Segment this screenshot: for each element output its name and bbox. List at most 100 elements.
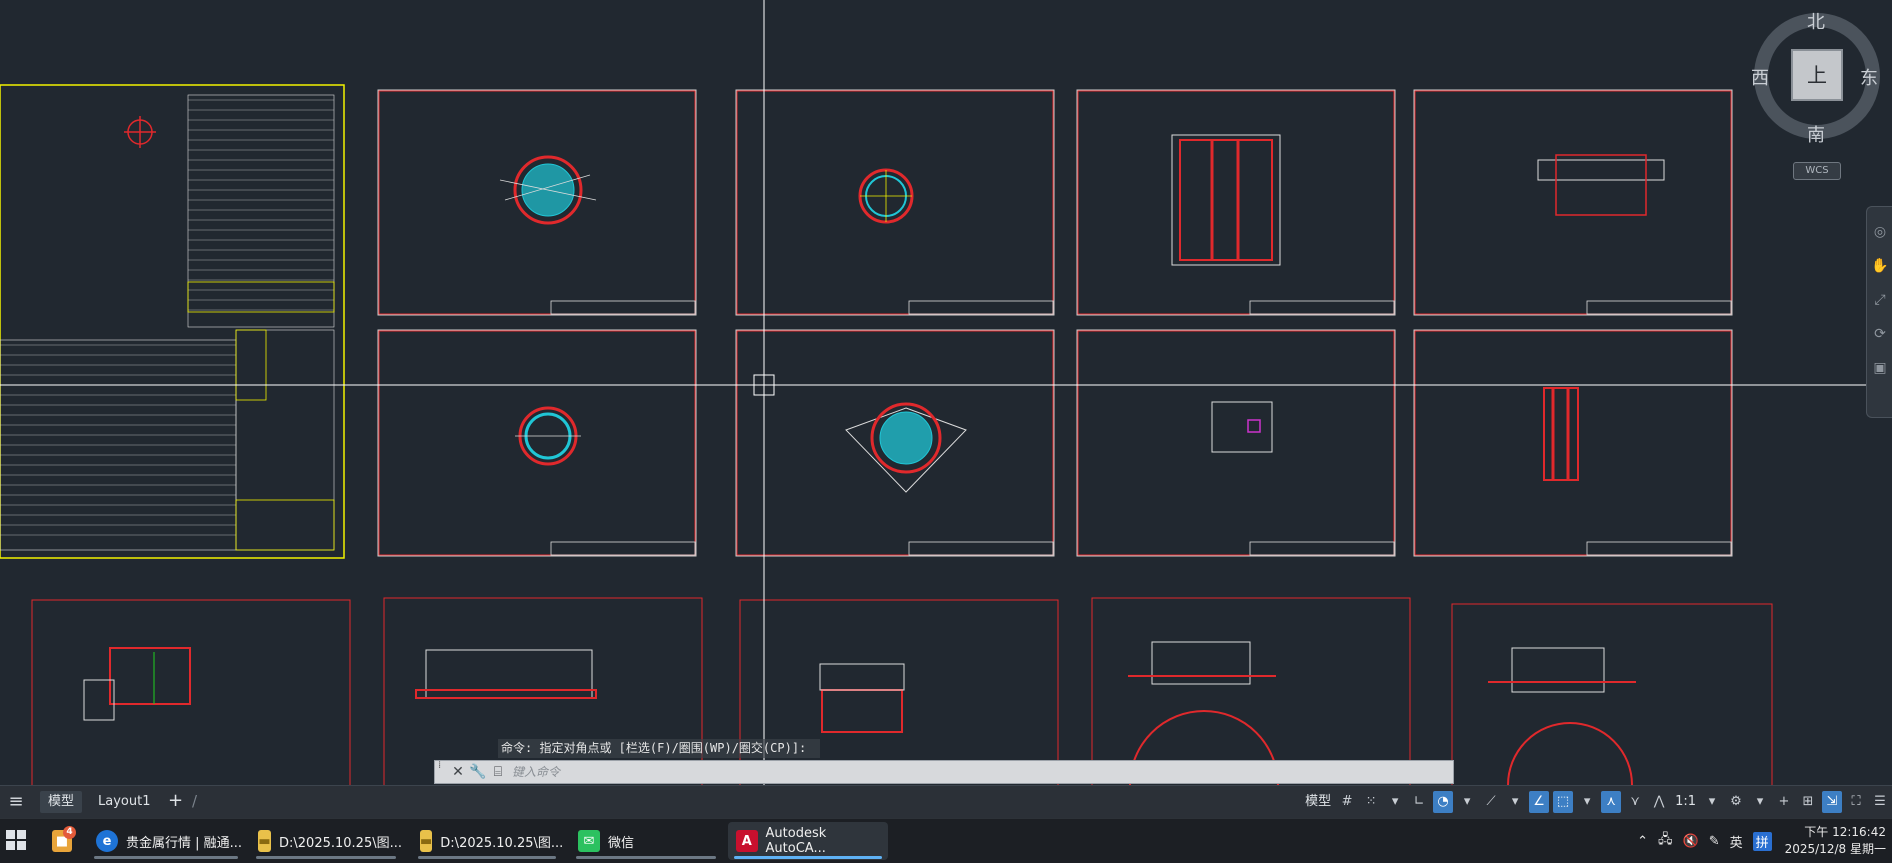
viewcube-top-face[interactable]: 上 [1791,49,1843,101]
valve-section-detail [1171,134,1281,266]
zoom-extents-icon[interactable]: ⤢ [1871,291,1889,309]
compass-west[interactable]: 西 [1751,64,1769,90]
bottom-detail-1 [83,647,191,721]
command-input[interactable] [508,762,1453,782]
tab-layout1[interactable]: Layout1 [90,791,158,813]
crosshair-cursor [0,0,1866,785]
ortho-icon[interactable]: ∟ [1409,791,1429,813]
network-icon[interactable]: 🖧 [1658,830,1673,852]
customize-menu-icon[interactable]: ☰ [1870,791,1890,813]
auto-scale-icon[interactable]: ⋎ [1625,791,1645,813]
annotation-scale-icon[interactable]: ⋀ [1649,791,1669,813]
notification-badge: 4 [63,826,76,839]
title-block [908,300,1054,315]
workspace-dropdown-icon[interactable]: ▾ [1750,791,1770,813]
sheet-border [1414,90,1732,315]
sheet-frame [735,89,1055,316]
object-snap-icon[interactable]: ⬚ [1553,791,1574,813]
model-space-toggle[interactable]: 模型 [1303,791,1333,813]
compass-north[interactable]: 北 [1807,8,1825,34]
title-block [1249,541,1395,556]
add-layout-icon[interactable]: + [168,790,183,812]
chevron-up-icon[interactable]: ⌃ [1637,834,1648,849]
running-indicator [94,856,238,859]
polar-dropdown-icon[interactable]: ▾ [1457,791,1477,813]
title-block [550,541,696,556]
sheet-border [378,330,696,556]
taskbar-app-wechat[interactable]: ✉ 微信 [570,822,722,860]
hamburger-menu-icon[interactable]: ≡ [6,792,26,812]
sheet-border [1451,603,1773,785]
bottom-detail-2 [415,649,597,699]
windows-taskbar: ■ 4 e 贵金属行情 | 融通... ▬ D:\2025.10.25\图... … [0,818,1892,863]
sheet-frame [1413,329,1733,557]
title-block [1249,300,1395,315]
sheet-border [1077,330,1395,556]
wechat-icon: ✉ [578,830,600,852]
isolate-objects-icon[interactable]: ⛶ [1846,791,1866,813]
taskbar-app-browser[interactable]: e 贵金属行情 | 融通... [88,822,244,860]
flange-detail-3 [515,406,581,466]
ime-mode[interactable]: 英 [1730,832,1743,851]
snap-icon[interactable]: ⁙ [1361,791,1381,813]
isodraft-dropdown-icon[interactable]: ▾ [1505,791,1525,813]
taskbar-app-autocad[interactable]: A Autodesk AutoCA... [728,822,888,860]
sheet-border [1091,597,1411,785]
showmotion-icon[interactable]: ▣ [1871,359,1889,377]
status-tools: 模型 # ⁙ ▾ ∟ ◔ ▾ ⟋ ▾ ∠ ⬚ ▾ ⋏ ⋎ ⋀ 1:1 ▾ ⚙ ▾… [1301,790,1892,814]
recent-commands-icon[interactable]: ⌸ [488,762,508,782]
volume-muted-icon[interactable]: 🔇 [1683,834,1699,849]
sheet-frame [1413,89,1733,316]
taskbar-app-label: D:\2025.10.25\图... [279,835,402,851]
scale-dropdown-icon[interactable]: ▾ [1702,791,1722,813]
close-icon[interactable]: ✕ [448,762,468,782]
pan-icon[interactable]: ✋ [1871,257,1889,275]
wcs-menu-button[interactable]: WCS [1793,162,1841,180]
clock-date: 2025/12/8 星期一 [1784,842,1886,856]
flange-detail-1 [499,155,597,225]
title-block [1586,541,1732,556]
sheet-border [1414,330,1732,556]
drawing-canvas[interactable] [0,0,1892,785]
windows-start-icon[interactable] [6,830,26,850]
folder-icon: ▬ [258,830,272,852]
title-block-sheet [0,84,345,559]
scale-selector[interactable]: 1:1 [1673,791,1698,813]
pen-icon[interactable]: ✎ [1709,834,1720,849]
ime-icon[interactable]: 拼 [1752,831,1772,851]
flange-detail-4 [845,402,967,493]
steering-wheel-icon[interactable]: ◎ [1871,223,1889,241]
orbit-icon[interactable]: ⟳ [1871,325,1889,343]
grid-icon[interactable]: # [1337,791,1357,813]
title-block [908,541,1054,556]
taskbar-app-folder-1[interactable]: ▬ D:\2025.10.25\图... [250,822,402,860]
polar-tracking-icon[interactable]: ◔ [1433,791,1454,813]
running-indicator [576,856,716,859]
autocad-icon: A [736,830,758,852]
object-snap-tracking-icon[interactable]: ∠ [1529,791,1550,813]
snap-dropdown-icon[interactable]: ▾ [1385,791,1405,813]
vertical-valve-detail [1543,387,1579,481]
sheet-frame [377,329,697,557]
sheet-frame [1076,329,1396,557]
quick-properties-icon[interactable]: ⇲ [1822,791,1842,813]
plus-annotate-icon[interactable]: + [1774,791,1794,813]
command-line: ⁞ ✕ 🔧 ⌸ [434,760,1454,784]
tab-model[interactable]: 模型 [40,791,83,813]
store-icon: ■ 4 [52,826,76,852]
taskbar-app-folder-2[interactable]: ▬ D:\2025.10.25\图... [412,822,563,860]
isodraft-icon[interactable]: ⟋ [1481,791,1501,813]
units-icon[interactable]: ⊞ [1798,791,1818,813]
status-bar: ≡ 模型 Layout1 + / 模型 # ⁙ ▾ ∟ ◔ ▾ ⟋ ▾ ∠ ⬚ … [0,785,1892,818]
osnap-dropdown-icon[interactable]: ▾ [1577,791,1597,813]
customize-wrench-icon[interactable]: 🔧 [468,762,488,782]
compass-east[interactable]: 东 [1860,64,1878,90]
store-app-button[interactable]: ■ 4 [44,822,80,860]
drawing-svg[interactable] [0,0,1892,785]
annotation-visibility-icon[interactable]: ⋏ [1601,791,1622,813]
drag-handle-icon[interactable]: ⁞ [438,761,448,781]
compass-south[interactable]: 南 [1807,121,1825,147]
clock[interactable]: 下午 12:16:42 2025/12/8 星期一 [1785,824,1886,858]
running-indicator [418,856,556,859]
workspace-gear-icon[interactable]: ⚙ [1726,791,1746,813]
